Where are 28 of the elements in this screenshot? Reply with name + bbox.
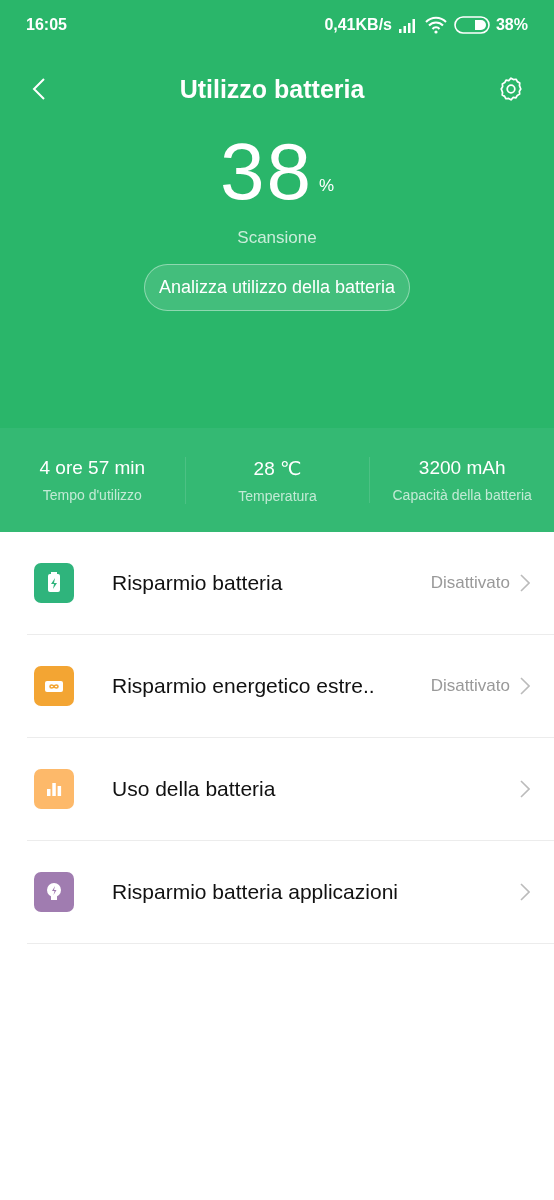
stat-value: 4 ore 57 min bbox=[39, 457, 146, 479]
percent-unit: % bbox=[318, 176, 335, 196]
setting-value: Disattivato bbox=[430, 676, 510, 696]
settings-icon[interactable] bbox=[498, 76, 524, 102]
stat-value: 3200 mAh bbox=[418, 457, 506, 479]
chevron-right-icon bbox=[520, 883, 530, 901]
setting-label[interactable]: Risparmio energetico estre.. bbox=[112, 674, 431, 698]
stat-label: Tempo d'utilizzo bbox=[42, 487, 142, 503]
chevron-right-icon bbox=[520, 574, 530, 592]
setting-value: Disattivato bbox=[430, 573, 510, 593]
stat-label: Capacità della batteria bbox=[392, 487, 532, 503]
battery-level-value: 38 bbox=[219, 128, 313, 216]
stat-value: 28 ℃ bbox=[253, 456, 302, 480]
status-time: 16:05 bbox=[26, 16, 67, 34]
battery-icon bbox=[453, 16, 490, 34]
network-speed: 0,41KB/s bbox=[324, 16, 392, 34]
chevron-right-icon bbox=[520, 780, 530, 798]
stat-label: Temperatura bbox=[238, 487, 317, 504]
scan-status: Scansione bbox=[237, 228, 317, 248]
setting-label[interactable]: Risparmio batteria applicazioni bbox=[112, 880, 520, 904]
signal-icon bbox=[397, 17, 418, 33]
battery-percent: 38% bbox=[495, 16, 528, 34]
chevron-right-icon bbox=[520, 677, 530, 695]
setting-label[interactable]: Uso della batteria bbox=[112, 777, 520, 801]
page-title: Utilizzo batteria bbox=[179, 74, 365, 104]
back-icon[interactable] bbox=[32, 77, 46, 101]
setting-label[interactable]: Risparmio batteria bbox=[112, 571, 431, 595]
wifi-icon bbox=[423, 16, 448, 34]
